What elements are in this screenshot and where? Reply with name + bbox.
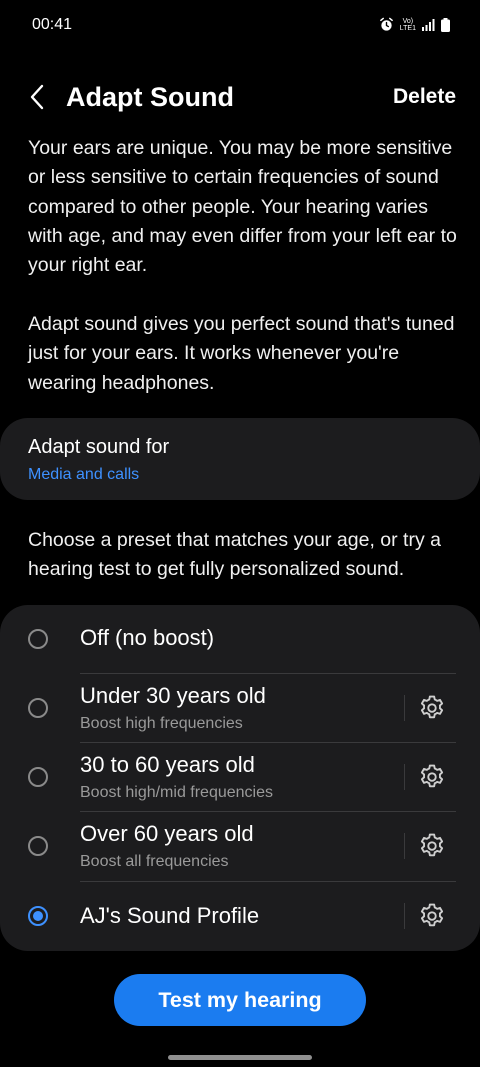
- signal-icon: [422, 18, 435, 31]
- preset-over-60[interactable]: Over 60 years old Boost all frequencies: [0, 812, 480, 881]
- test-my-hearing-button[interactable]: Test my hearing: [114, 974, 366, 1026]
- status-bar: 00:41 Vo) LTE1: [0, 0, 480, 52]
- vertical-divider: [404, 903, 405, 929]
- preset-title: Over 60 years old: [80, 821, 254, 846]
- vertical-divider: [404, 695, 405, 721]
- adapt-sound-for-setting[interactable]: Adapt sound for: [0, 418, 480, 500]
- alarm-icon: [379, 17, 393, 31]
- preset-under-30[interactable]: Under 30 years old Boost high frequencie…: [0, 674, 480, 743]
- radio-button[interactable]: [28, 836, 48, 856]
- gear-icon[interactable]: [417, 762, 447, 792]
- vertical-divider: [404, 833, 405, 859]
- status-icons: Vo) LTE1: [379, 17, 450, 32]
- preset-30-to-60[interactable]: 30 to 60 years old Boost high/mid freque…: [0, 743, 480, 812]
- page-title: Adapt Sound: [66, 82, 234, 112]
- radio-button[interactable]: [28, 767, 48, 787]
- delete-button[interactable]: Delete: [393, 83, 456, 111]
- home-indicator[interactable]: [168, 1055, 312, 1060]
- network-label-top: Vo): [402, 17, 414, 25]
- adapt-sound-for-title: Adapt sound for: [28, 436, 170, 458]
- chevron-left-icon: [30, 84, 44, 110]
- radio-button[interactable]: [28, 698, 48, 718]
- status-time: 00:41: [32, 16, 73, 33]
- description-adapt-sound: Adapt sound gives you perfect sound that…: [28, 313, 455, 394]
- gear-icon[interactable]: [417, 831, 447, 861]
- vertical-divider: [404, 764, 405, 790]
- battery-icon: [441, 17, 450, 32]
- app-header: Adapt Sound Delete: [0, 70, 480, 124]
- preset-title: Off (no boost): [80, 625, 215, 650]
- radio-button[interactable]: [28, 629, 48, 649]
- preset-description: Choose a preset that matches your age, o…: [28, 529, 441, 581]
- preset-subtitle: Boost all frequencies: [80, 853, 229, 870]
- preset-off[interactable]: Off (no boost): [0, 605, 480, 674]
- preset-list: Off (no boost) Under 30 years old Boost …: [0, 605, 480, 951]
- back-button[interactable]: [22, 80, 52, 114]
- preset-subtitle: Boost high frequencies: [80, 715, 243, 732]
- network-label-bottom: LTE1: [399, 24, 416, 32]
- preset-title: Under 30 years old: [80, 683, 266, 708]
- adapt-sound-for-value: Media and calls: [28, 466, 140, 483]
- preset-title: AJ's Sound Profile: [80, 903, 260, 928]
- gear-icon[interactable]: [417, 693, 447, 723]
- preset-title: 30 to 60 years old: [80, 752, 255, 777]
- volte-icon: Vo) LTE1: [400, 18, 416, 32]
- gear-icon[interactable]: [417, 901, 447, 931]
- radio-button-selected[interactable]: [28, 906, 48, 926]
- preset-aj-sound-profile[interactable]: AJ's Sound Profile: [0, 882, 480, 951]
- preset-subtitle: Boost high/mid frequencies: [80, 784, 273, 801]
- description-unique-ears: Your ears are unique. You may be more se…: [28, 137, 457, 277]
